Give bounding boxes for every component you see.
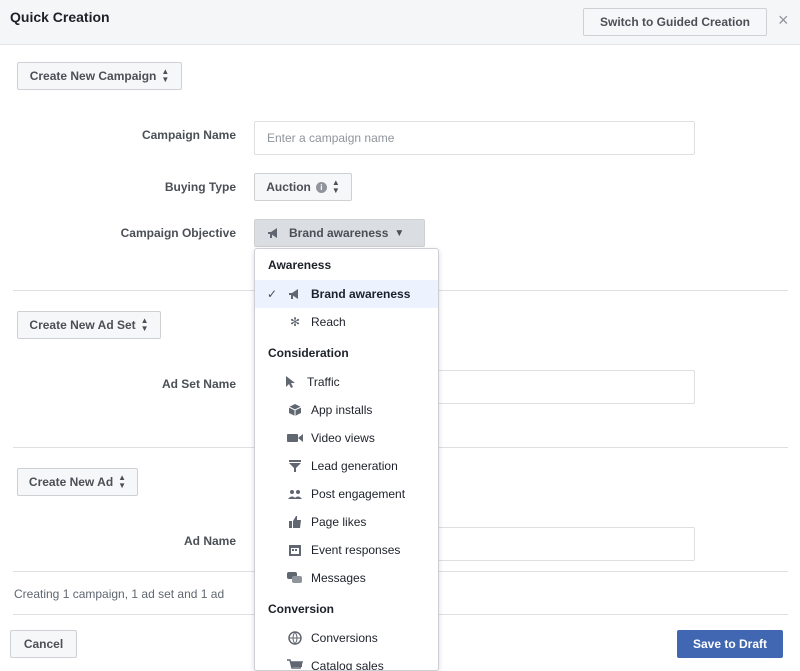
option-catalog-sales[interactable]: Catalog sales xyxy=(255,652,438,671)
create-new-ad-set-button[interactable]: Create New Ad Set ▲︎ ▼︎ xyxy=(17,311,161,339)
option-conversions[interactable]: Conversions xyxy=(255,624,438,652)
updown-icon: ▲︎ ▼︎ xyxy=(140,316,149,333)
funnel-icon xyxy=(287,458,303,474)
option-label: Reach xyxy=(311,315,346,329)
group-heading-consideration: Consideration xyxy=(268,346,349,360)
option-page-likes[interactable]: Page likes xyxy=(255,508,438,536)
create-new-campaign-button[interactable]: Create New Campaign ▲︎ ▼︎ xyxy=(17,62,182,90)
option-label: Lead generation xyxy=(311,459,398,473)
megaphone-icon xyxy=(267,227,281,239)
caret-down-icon: ▼︎ xyxy=(394,227,405,239)
calendar-icon xyxy=(287,542,303,558)
group-heading-conversion: Conversion xyxy=(268,602,335,616)
create-campaign-label: Create New Campaign xyxy=(29,69,157,83)
dialog-header: Quick Creation Switch to Guided Creation… xyxy=(0,0,800,45)
ad-name-label: Ad Name xyxy=(183,534,236,548)
option-label: Event responses xyxy=(311,543,401,557)
option-traffic[interactable]: Traffic xyxy=(255,368,438,396)
campaign-name-label: Campaign Name xyxy=(141,128,236,142)
option-lead-generation[interactable]: Lead generation xyxy=(255,452,438,480)
option-label: Traffic xyxy=(307,375,340,389)
save-to-draft-button[interactable]: Save to Draft xyxy=(677,630,783,658)
create-new-ad-button[interactable]: Create New Ad ▲︎ ▼︎ xyxy=(17,468,138,496)
checkmark-icon: ✓ xyxy=(267,287,278,301)
megaphone-icon xyxy=(287,286,303,302)
option-label: Brand awareness xyxy=(311,287,411,301)
objective-dropdown-menu: Awareness ✓ Brand awareness ✻ Reach Cons… xyxy=(254,248,439,671)
option-video-views[interactable]: Video views xyxy=(255,424,438,452)
option-label: Page likes xyxy=(311,515,367,529)
people-icon xyxy=(287,486,303,502)
updown-icon: ▲︎ ▼︎ xyxy=(331,178,340,195)
cancel-button[interactable]: Cancel xyxy=(10,630,77,658)
option-reach[interactable]: ✻ Reach xyxy=(255,308,438,336)
buying-type-select[interactable]: Auction i ▲︎ ▼︎ xyxy=(254,173,352,201)
option-label: Post engagement xyxy=(311,487,406,501)
campaign-objective-label: Campaign Objective xyxy=(120,226,236,240)
buying-type-label: Buying Type xyxy=(164,180,236,194)
option-brand-awareness[interactable]: ✓ Brand awareness xyxy=(255,280,438,308)
campaign-name-input[interactable] xyxy=(254,121,695,155)
globe-icon xyxy=(287,630,303,646)
option-messages[interactable]: Messages xyxy=(255,564,438,592)
cursor-icon xyxy=(283,374,299,390)
reach-icon: ✻ xyxy=(289,315,301,329)
switch-guided-creation-button[interactable]: Switch to Guided Creation xyxy=(583,8,767,36)
option-app-installs[interactable]: App installs xyxy=(255,396,438,424)
updown-icon: ▲︎ ▼︎ xyxy=(118,473,127,490)
video-camera-icon xyxy=(287,430,303,446)
objective-value: Brand awareness xyxy=(289,226,389,240)
option-event-responses[interactable]: Event responses xyxy=(255,536,438,564)
creation-summary: Creating 1 campaign, 1 ad set and 1 ad xyxy=(14,587,225,601)
option-label: Catalog sales xyxy=(311,659,384,671)
option-label: Messages xyxy=(311,571,366,585)
updown-icon: ▲︎ ▼︎ xyxy=(161,67,170,84)
chat-bubbles-icon xyxy=(287,570,303,586)
option-post-engagement[interactable]: Post engagement xyxy=(255,480,438,508)
create-ad-label: Create New Ad xyxy=(28,475,114,489)
option-label: Video views xyxy=(311,431,375,445)
option-label: App installs xyxy=(311,403,373,417)
info-icon: i xyxy=(315,181,327,193)
create-ad-set-label: Create New Ad Set xyxy=(29,318,136,332)
thumbs-up-icon xyxy=(287,514,303,530)
campaign-objective-select[interactable]: Brand awareness ▼︎ xyxy=(254,219,425,247)
close-icon[interactable]: × xyxy=(778,11,789,29)
buying-type-value: Auction xyxy=(266,180,311,194)
dialog-title: Quick Creation xyxy=(10,9,110,25)
cart-icon xyxy=(287,658,303,670)
option-label: Conversions xyxy=(311,631,378,645)
group-heading-awareness: Awareness xyxy=(268,258,332,272)
ad-set-name-label: Ad Set Name xyxy=(161,377,236,391)
box-icon xyxy=(287,402,303,418)
